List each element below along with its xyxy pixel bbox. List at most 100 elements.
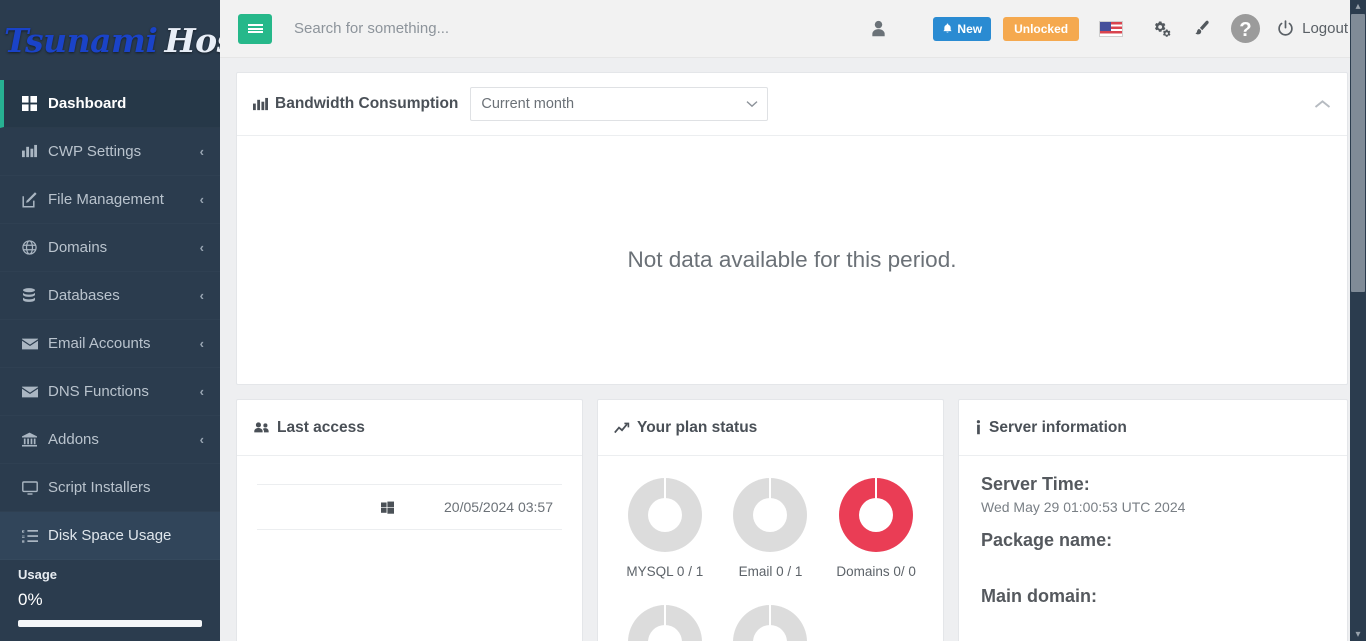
server-information-panel: Server information Server Time: Wed May … bbox=[958, 399, 1348, 641]
donut-chart bbox=[733, 478, 808, 552]
brand-name-part1: Tsunami bbox=[4, 20, 158, 60]
plan-donut-5 bbox=[718, 605, 824, 641]
sidebar-item-cwp-settings[interactable]: CWP Settings ‹ bbox=[0, 128, 220, 176]
brand-logo[interactable]: TsunamiHost bbox=[0, 0, 220, 80]
plan-donut-label: Email 0 / 1 bbox=[738, 564, 803, 579]
chart-bar-icon bbox=[253, 97, 268, 112]
plan-donut-label: MYSQL 0 / 1 bbox=[626, 564, 704, 579]
sidebar-item-script-installers[interactable]: Script Installers bbox=[0, 464, 220, 512]
app-root: TsunamiHost Dashboard CWP Settings ‹ bbox=[0, 0, 1366, 641]
package-name-label: Package name: bbox=[981, 530, 1113, 550]
svg-text:?: ? bbox=[1239, 19, 1251, 41]
chevron-left-icon: ‹ bbox=[199, 384, 204, 399]
donut-chart bbox=[627, 478, 702, 552]
content-area: Bandwidth Consumption Current month Last… bbox=[220, 58, 1366, 641]
chevron-left-icon: ‹ bbox=[199, 336, 204, 351]
donut-chart bbox=[839, 478, 914, 552]
sidebar-item-label: Domains bbox=[48, 239, 108, 256]
usage-percent: 0% bbox=[18, 590, 43, 609]
topbar-actions: New Unlocked ? Logout bbox=[855, 13, 1348, 44]
user-icon[interactable] bbox=[855, 20, 901, 37]
chevron-left-icon: ‹ bbox=[199, 240, 204, 255]
chevron-left-icon: ‹ bbox=[199, 192, 204, 207]
server-time-label: Server Time: bbox=[981, 474, 1090, 494]
cogs-icon[interactable] bbox=[1141, 20, 1181, 37]
last-access-body: 20/05/2024 03:57 bbox=[237, 456, 582, 606]
scroll-up-icon[interactable]: ▴ bbox=[1350, 1, 1366, 12]
new-badge-label: New bbox=[957, 21, 983, 36]
plan-donut-domains: Domains 0/ 0 bbox=[823, 478, 929, 579]
sidebar-item-label: Script Installers bbox=[48, 479, 151, 496]
bandwidth-panel-body: Not data available for this period. bbox=[237, 136, 1347, 384]
sidebar-item-label: Databases bbox=[48, 287, 120, 304]
plan-donut-4 bbox=[612, 605, 718, 641]
main-domain-value bbox=[981, 611, 1325, 628]
brand-name-part2: Host bbox=[164, 20, 220, 60]
page-scrollbar[interactable]: ▴ ▾ bbox=[1350, 0, 1366, 641]
brand-logo-text: TsunamiHost bbox=[4, 24, 220, 57]
chevron-left-icon: ‹ bbox=[199, 288, 204, 303]
bank-icon bbox=[22, 432, 48, 447]
paint-brush-icon[interactable] bbox=[1181, 20, 1221, 37]
plan-status-header: Your plan status bbox=[598, 400, 943, 456]
dashboard-widgets-row: Last access 20/05/2024 03:57 Your plan s… bbox=[236, 399, 1348, 641]
new-badge[interactable]: New bbox=[933, 16, 992, 41]
main-domain-label: Main domain: bbox=[981, 586, 1097, 606]
bandwidth-panel-header: Bandwidth Consumption Current month Last… bbox=[237, 73, 1347, 136]
sidebar: TsunamiHost Dashboard CWP Settings ‹ bbox=[0, 0, 220, 641]
plan-status-title-text: Your plan status bbox=[637, 418, 758, 436]
sidebar-item-dashboard[interactable]: Dashboard bbox=[0, 80, 220, 128]
server-time-value: Wed May 29 01:00:53 UTC 2024 bbox=[981, 499, 1186, 515]
bandwidth-period-select[interactable]: Current month Last month Current year bbox=[470, 87, 769, 121]
sidebar-item-dns-functions[interactable]: DNS Functions ‹ bbox=[0, 368, 220, 416]
search-input[interactable] bbox=[294, 20, 856, 37]
chart-bar-icon bbox=[22, 144, 48, 159]
bandwidth-title: Bandwidth Consumption bbox=[253, 95, 458, 113]
envelope-icon bbox=[22, 338, 48, 350]
usage-title: Usage bbox=[18, 567, 58, 582]
unlocked-badge[interactable]: Unlocked bbox=[1003, 16, 1080, 41]
info-icon bbox=[975, 420, 982, 435]
globe-icon bbox=[22, 240, 48, 255]
plan-donut-email: Email 0 / 1 bbox=[718, 478, 824, 579]
question-circle-icon[interactable]: ? bbox=[1221, 13, 1269, 44]
hamburger-icon[interactable] bbox=[238, 13, 272, 44]
package-name-value bbox=[981, 555, 1325, 572]
us-flag-icon[interactable] bbox=[1099, 20, 1124, 37]
sidebar-item-file-management[interactable]: File Management ‹ bbox=[0, 176, 220, 224]
sidebar-item-domains[interactable]: Domains ‹ bbox=[0, 224, 220, 272]
users-icon bbox=[253, 421, 270, 434]
plan-donut-label: Domains 0/ 0 bbox=[836, 564, 916, 579]
server-information-body: Server Time: Wed May 29 01:00:53 UTC 202… bbox=[959, 456, 1347, 641]
last-access-panel: Last access 20/05/2024 03:57 bbox=[236, 399, 583, 641]
bandwidth-panel: Bandwidth Consumption Current month Last… bbox=[236, 72, 1348, 385]
last-access-datetime: 20/05/2024 03:57 bbox=[444, 499, 553, 515]
logout-button[interactable]: Logout bbox=[1277, 20, 1348, 37]
chart-line-icon bbox=[614, 421, 630, 435]
scroll-down-icon[interactable]: ▾ bbox=[1350, 629, 1366, 640]
sidebar-item-label: File Management bbox=[48, 191, 164, 208]
plan-status-title: Your plan status bbox=[614, 419, 757, 437]
bell-icon bbox=[942, 23, 953, 34]
envelope-icon bbox=[22, 386, 48, 398]
sidebar-item-label: Disk Space Usage bbox=[48, 527, 172, 544]
collapse-bandwidth-icon[interactable] bbox=[1314, 99, 1331, 110]
scrollbar-thumb[interactable] bbox=[1351, 14, 1365, 292]
disk-usage-widget: Usage 0% bbox=[0, 551, 220, 641]
plan-donut-mysql: MYSQL 0 / 1 bbox=[612, 478, 718, 579]
chevron-left-icon: ‹ bbox=[199, 432, 204, 447]
chevron-left-icon: ‹ bbox=[199, 144, 204, 159]
sidebar-item-addons[interactable]: Addons ‹ bbox=[0, 416, 220, 464]
monitor-icon bbox=[22, 480, 48, 495]
table-row: 20/05/2024 03:57 bbox=[257, 484, 562, 530]
sidebar-item-databases[interactable]: Databases ‹ bbox=[0, 272, 220, 320]
database-icon bbox=[22, 288, 48, 303]
logout-label: Logout bbox=[1302, 20, 1348, 37]
sidebar-item-email-accounts[interactable]: Email Accounts ‹ bbox=[0, 320, 220, 368]
sidebar-item-label: Email Accounts bbox=[48, 335, 151, 352]
topbar: New Unlocked ? bbox=[220, 0, 1366, 58]
sidebar-item-label: DNS Functions bbox=[48, 383, 149, 400]
edit-square-icon bbox=[22, 191, 48, 208]
main-area: New Unlocked ? bbox=[220, 0, 1366, 641]
donut-chart bbox=[733, 605, 808, 641]
